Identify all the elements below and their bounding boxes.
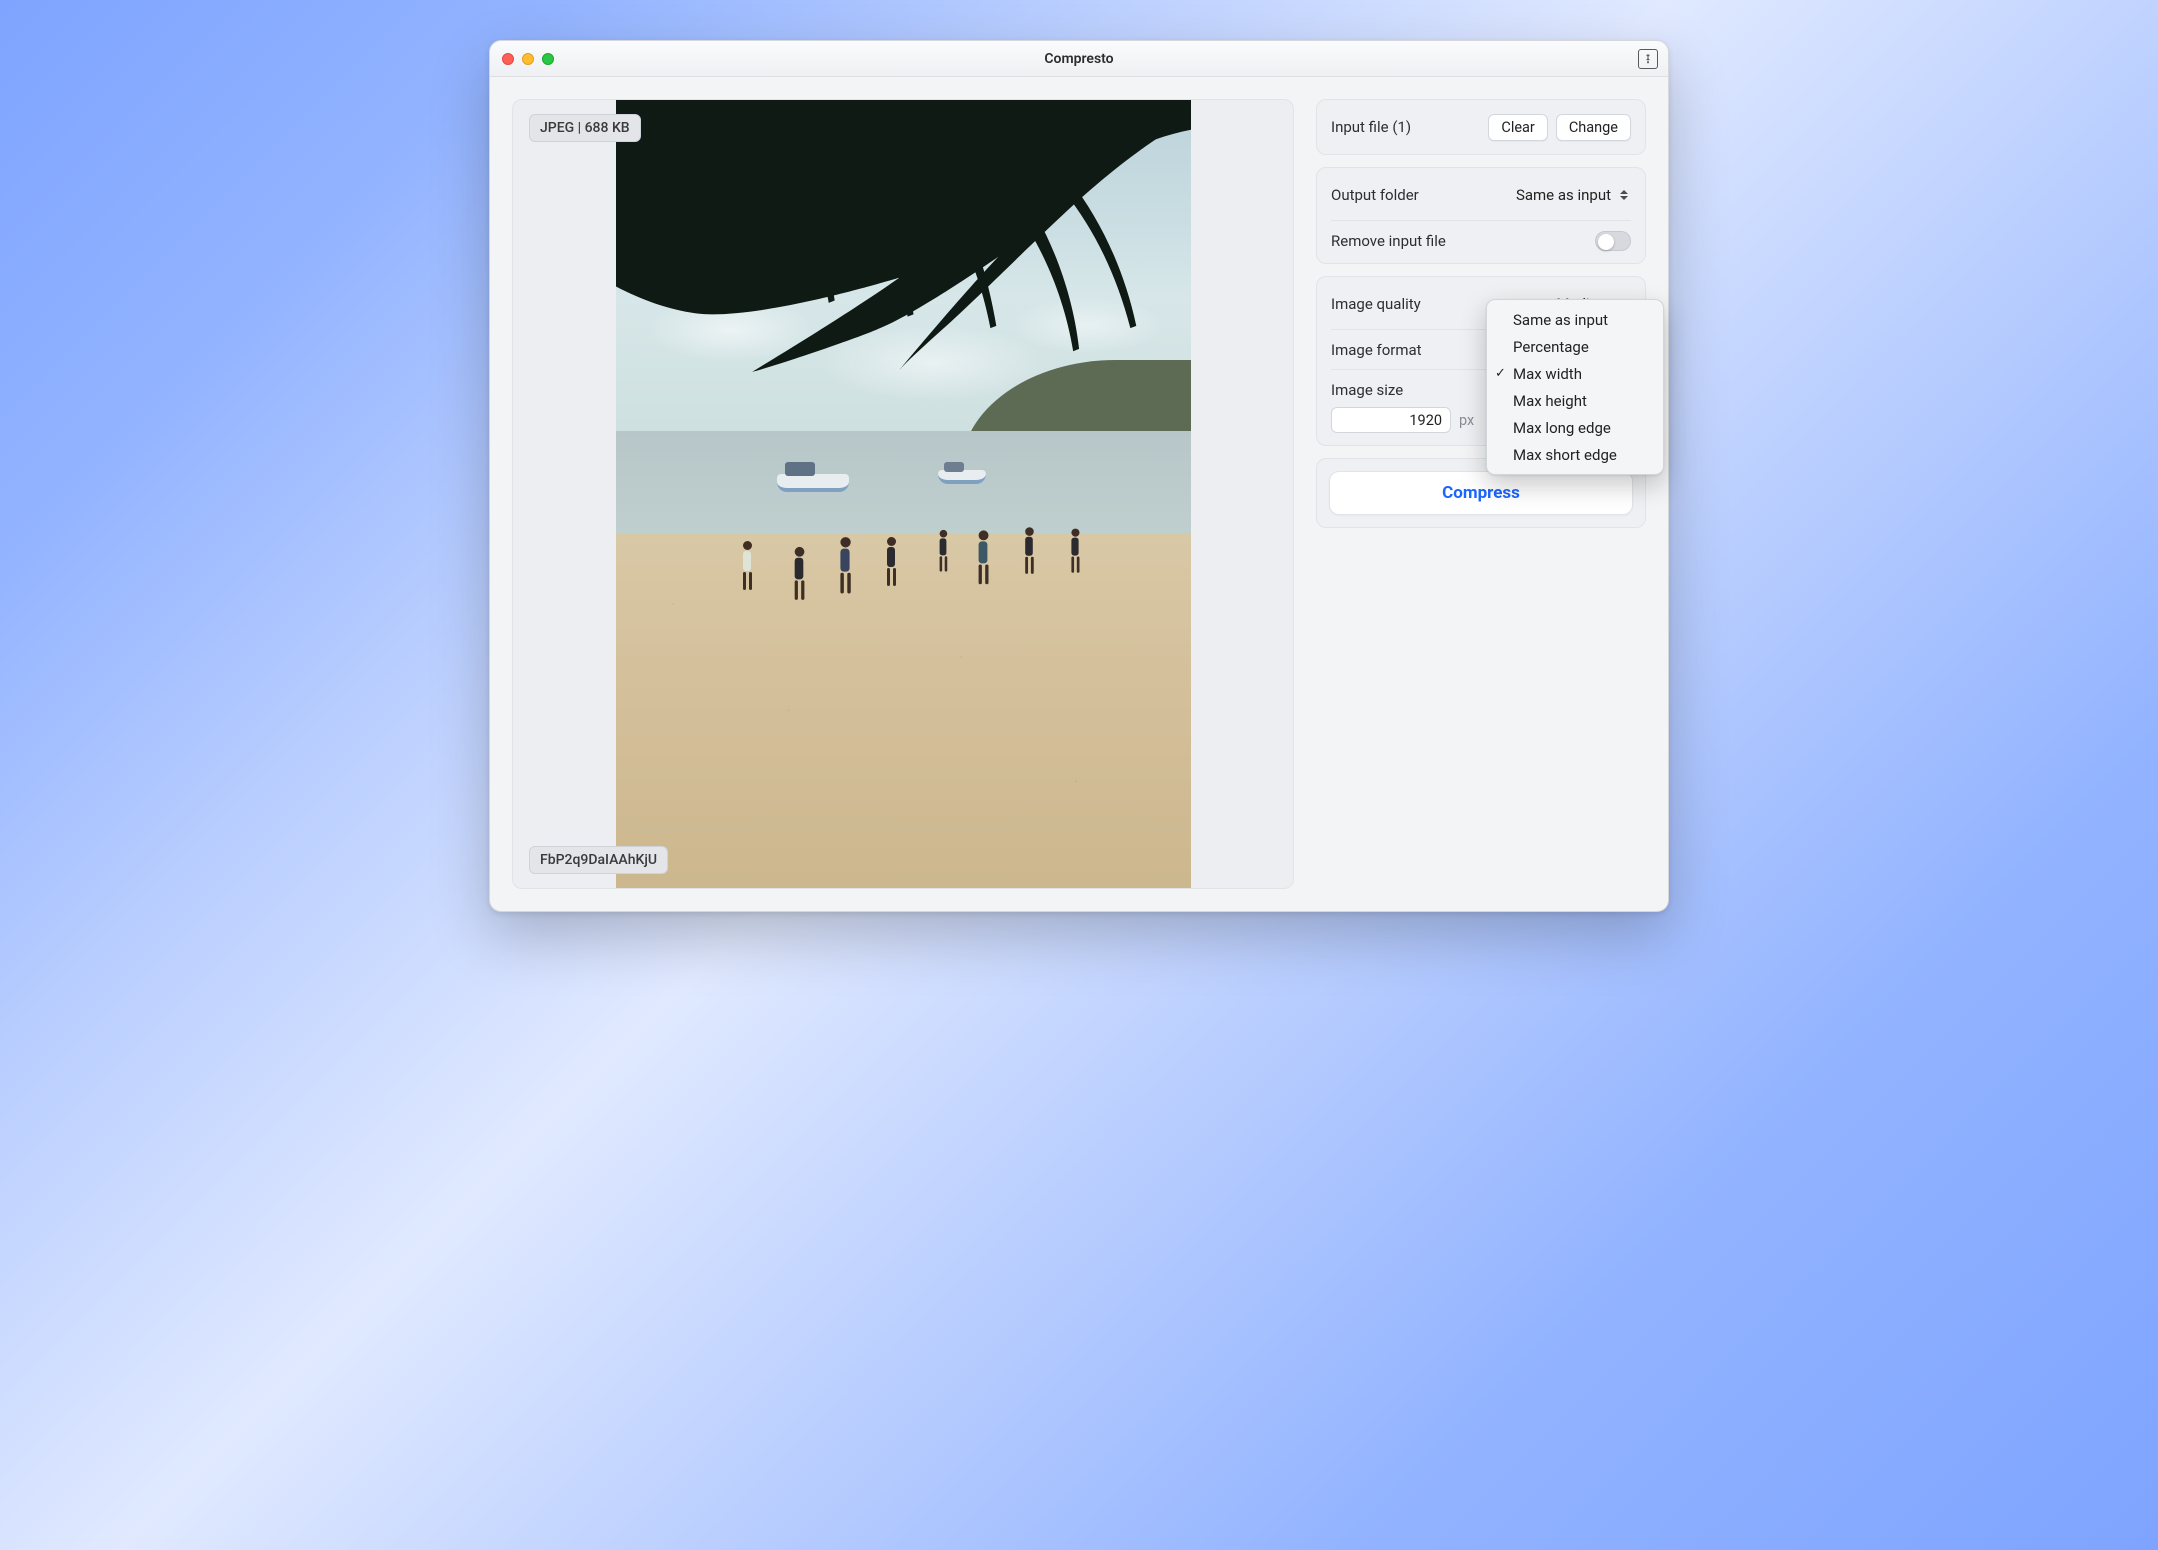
- menu-item-same-as-input[interactable]: Same as input: [1487, 306, 1663, 333]
- image-size-label: Image size: [1331, 381, 1403, 399]
- window-title: Compresto: [502, 51, 1656, 67]
- close-icon[interactable]: [502, 53, 514, 65]
- menu-item-max-width[interactable]: ✓ Max width: [1487, 360, 1663, 387]
- menu-item-max-long-edge[interactable]: Max long edge: [1487, 414, 1663, 441]
- image-size-input[interactable]: [1331, 407, 1451, 433]
- remove-input-toggle[interactable]: [1595, 231, 1631, 251]
- image-format-label: Image format: [1331, 341, 1422, 359]
- pin-button[interactable]: [1638, 49, 1658, 69]
- filename-badge: FbP2q9DaIAAhKjU: [529, 846, 668, 874]
- pin-icon: [1642, 53, 1654, 65]
- check-icon: ✓: [1495, 366, 1506, 381]
- content: JPEG | 688 KB FbP2q9DaIAAhKjU Input file…: [490, 77, 1668, 911]
- format-size-badge: JPEG | 688 KB: [529, 114, 641, 142]
- menu-item-percentage[interactable]: Percentage: [1487, 333, 1663, 360]
- output-folder-select[interactable]: Same as input: [1516, 186, 1631, 204]
- input-card: Input file (1) Clear Change: [1316, 99, 1646, 155]
- preview-area: JPEG | 688 KB FbP2q9DaIAAhKjU: [512, 99, 1294, 889]
- chevron-updown-icon: [1617, 187, 1631, 203]
- output-folder-value: Same as input: [1516, 186, 1611, 204]
- app-window: Compresto: [489, 40, 1669, 912]
- output-card: Output folder Same as input Remove input…: [1316, 167, 1646, 264]
- image-size-unit: px: [1459, 412, 1474, 429]
- input-file-label: Input file (1): [1331, 118, 1411, 136]
- image-quality-label: Image quality: [1331, 295, 1421, 313]
- settings-panel: Input file (1) Clear Change Output folde…: [1316, 99, 1646, 889]
- image-size-menu: Same as input Percentage ✓ Max width Max…: [1486, 299, 1664, 475]
- menu-item-max-height[interactable]: Max height: [1487, 387, 1663, 414]
- zoom-icon[interactable]: [542, 53, 554, 65]
- preview-image: [616, 100, 1191, 888]
- change-button[interactable]: Change: [1556, 114, 1631, 141]
- menu-item-max-short-edge[interactable]: Max short edge: [1487, 441, 1663, 468]
- output-folder-label: Output folder: [1331, 186, 1419, 204]
- titlebar: Compresto: [490, 41, 1668, 77]
- minimize-icon[interactable]: [522, 53, 534, 65]
- clear-button[interactable]: Clear: [1488, 114, 1547, 141]
- window-controls: [502, 53, 554, 65]
- compress-button[interactable]: Compress: [1329, 471, 1633, 515]
- remove-input-label: Remove input file: [1331, 232, 1446, 250]
